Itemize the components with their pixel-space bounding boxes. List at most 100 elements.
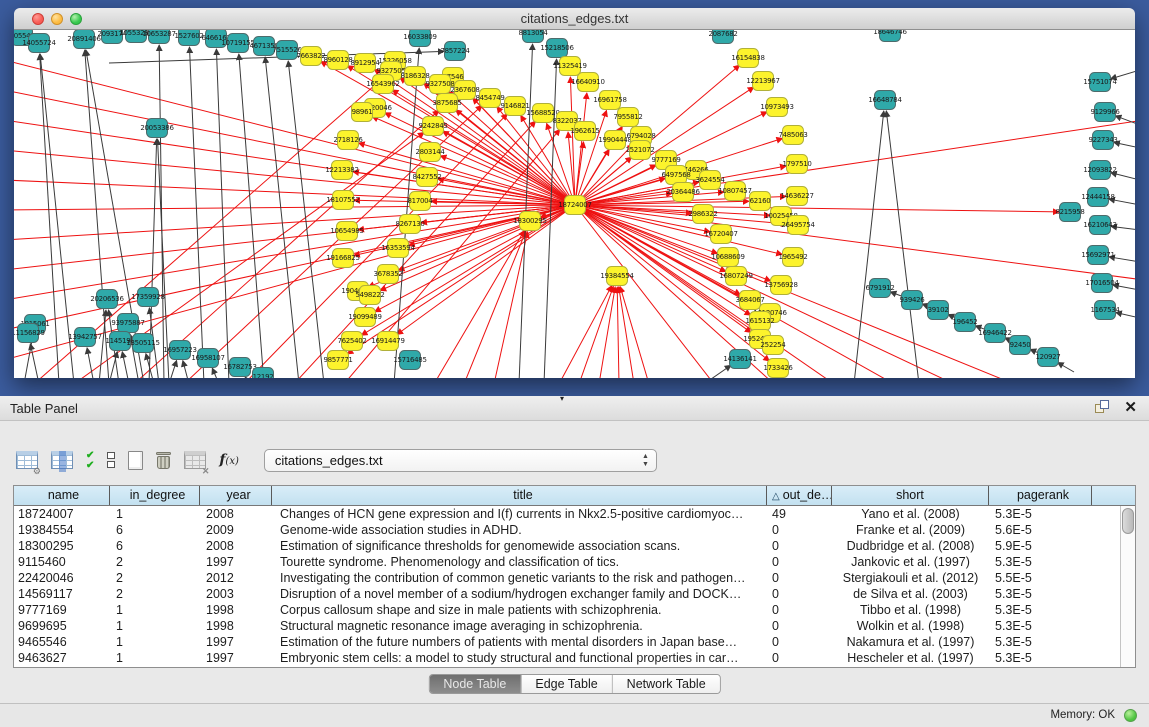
graph-node[interactable] — [1090, 73, 1111, 92]
table-cell[interactable]: 0 — [767, 570, 832, 586]
table-cell[interactable]: 0 — [767, 586, 832, 602]
graph-edge[interactable] — [886, 111, 919, 378]
graph-node[interactable] — [1010, 336, 1031, 355]
graph-node[interactable] — [170, 341, 191, 360]
graph-node[interactable] — [410, 192, 431, 211]
graph-edge[interactable] — [1109, 199, 1135, 205]
table-cell[interactable]: Dudbridge et al. (2008) — [832, 538, 989, 554]
table-cell[interactable]: Investigating the contribution of common… — [272, 570, 767, 586]
float-panel-icon[interactable] — [1095, 400, 1110, 415]
table-row[interactable]: 1830029562008Estimation of significance … — [14, 538, 1135, 554]
table-cell[interactable]: 2008 — [200, 538, 272, 554]
table-row[interactable]: 969969511998Structural magnetic resonanc… — [14, 618, 1135, 634]
table-cell[interactable]: 0 — [767, 618, 832, 634]
table-cell[interactable]: 2003 — [200, 586, 272, 602]
table-cell[interactable]: Structural magnetic resonance image aver… — [272, 618, 767, 634]
graph-node[interactable] — [730, 350, 751, 369]
graph-edge[interactable] — [617, 287, 619, 378]
panel-collapse-handle[interactable]: ▾ — [560, 394, 564, 403]
graph-node[interactable] — [565, 196, 586, 215]
graph-edge[interactable] — [575, 205, 714, 378]
graph-edge[interactable] — [212, 368, 219, 378]
table-cell[interactable]: 5.3E-5 — [989, 650, 1092, 666]
graph-node[interactable] — [740, 291, 761, 310]
graph-node[interactable] — [783, 248, 804, 267]
graph-edge[interactable] — [14, 205, 575, 210]
graph-node[interactable] — [711, 225, 732, 244]
graph-node[interactable] — [328, 51, 349, 70]
table-cell[interactable]: 1 — [110, 506, 200, 522]
table-cell[interactable]: 1 — [110, 618, 200, 634]
table-cell[interactable]: 1 — [110, 602, 200, 618]
column-header-pagerank[interactable]: pagerank — [989, 486, 1092, 505]
graph-node[interactable] — [179, 30, 200, 46]
column-header-year[interactable]: year — [200, 486, 272, 505]
table-cell[interactable]: 18300295 — [14, 538, 110, 554]
graph-node[interactable] — [423, 117, 444, 136]
column-header-in_degree[interactable]: in_degree — [110, 486, 200, 505]
graph-node[interactable] — [985, 324, 1006, 343]
table-scrollbar-thumb[interactable] — [1122, 508, 1134, 534]
graph-node[interactable] — [400, 215, 421, 234]
table-cell[interactable]: 1997 — [200, 554, 272, 570]
table-cell[interactable]: 22420046 — [14, 570, 110, 586]
table-row[interactable]: 946554611997Estimation of the future num… — [14, 634, 1135, 650]
graph-node[interactable] — [110, 332, 131, 351]
table-cell[interactable]: 2008 — [200, 506, 272, 522]
table-cell[interactable]: 9699695 — [14, 618, 110, 634]
graph-node[interactable] — [1060, 203, 1081, 222]
graph-node[interactable] — [378, 332, 399, 351]
table-cell[interactable]: Jankovic et al. (1997) — [832, 554, 989, 570]
graph-edge[interactable] — [1113, 285, 1135, 290]
graph-node[interactable] — [725, 182, 746, 201]
graph-node[interactable] — [352, 103, 373, 122]
graph-edge[interactable] — [1111, 226, 1135, 230]
table-row[interactable]: 946362711997Embryonic stem cells: a mode… — [14, 650, 1135, 666]
graph-node[interactable] — [578, 73, 599, 92]
graph-node[interactable] — [771, 276, 792, 295]
graph-node[interactable] — [928, 301, 949, 320]
graph-node[interactable] — [277, 41, 298, 60]
table-cell[interactable]: 18724007 — [14, 506, 110, 522]
graph-node[interactable] — [253, 368, 274, 379]
table-row[interactable]: 1938455462009Genome-wide association stu… — [14, 522, 1135, 538]
graph-node[interactable] — [97, 290, 118, 309]
graph-node[interactable] — [198, 349, 219, 368]
graph-node[interactable] — [575, 122, 596, 141]
graph-node[interactable] — [1090, 216, 1111, 235]
graph-edge[interactable] — [854, 111, 884, 378]
graph-node[interactable] — [605, 131, 626, 150]
table-cell[interactable]: Changes of HCN gene expression and I(f) … — [272, 506, 767, 522]
graph-node[interactable] — [700, 171, 721, 190]
show-columns-button[interactable]: ✔✔ — [86, 447, 94, 473]
graph-node[interactable] — [523, 30, 544, 43]
table-cell[interactable]: 2 — [110, 554, 200, 570]
row-height-button[interactable] — [107, 447, 115, 473]
graph-edge[interactable] — [1111, 173, 1135, 180]
graph-edge[interactable] — [619, 287, 634, 378]
graph-edge[interactable] — [1114, 142, 1135, 148]
graph-node[interactable] — [445, 42, 466, 61]
graph-edge[interactable] — [30, 344, 39, 378]
table-cell[interactable]: 2 — [110, 570, 200, 586]
graph-node[interactable] — [600, 91, 621, 110]
graph-node[interactable] — [666, 166, 687, 185]
graph-node[interactable] — [788, 216, 809, 235]
graph-edge[interactable] — [464, 231, 526, 378]
graph-node[interactable] — [718, 248, 739, 267]
graph-node[interactable] — [133, 334, 154, 353]
table-scrollbar[interactable] — [1120, 506, 1135, 667]
graph-node[interactable] — [102, 30, 123, 44]
graph-edge[interactable] — [169, 360, 177, 378]
graph-node[interactable] — [520, 212, 541, 231]
column-header-title[interactable]: title — [272, 486, 767, 505]
graph-node[interactable] — [713, 30, 734, 44]
graph-node[interactable] — [480, 89, 501, 108]
table-cell[interactable]: 1998 — [200, 602, 272, 618]
table-cell[interactable]: 5.3E-5 — [989, 602, 1092, 618]
graph-node[interactable] — [206, 30, 227, 48]
graph-node[interactable] — [410, 30, 431, 47]
function-builder-button[interactable]: f(x) — [219, 447, 238, 473]
graph-node[interactable] — [417, 168, 438, 187]
table-cell[interactable]: 2 — [110, 586, 200, 602]
